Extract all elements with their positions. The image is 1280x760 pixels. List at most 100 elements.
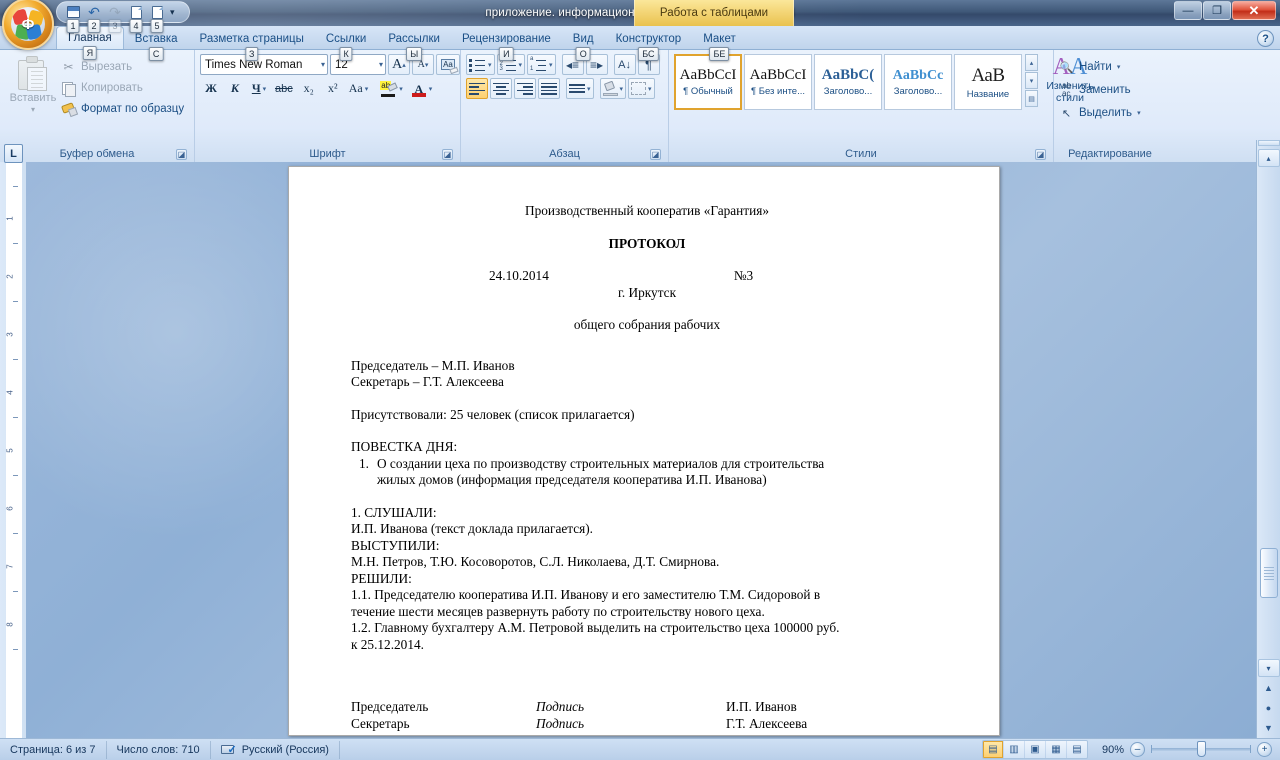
paragraph-dialog-launcher[interactable]: ◪ [650,149,661,160]
styles-scroll-down-button[interactable]: ▾ [1025,72,1038,89]
view-web-layout-button[interactable]: ▣ [1025,741,1045,758]
document-canvas[interactable]: Производственный кооператив «Гарантия» П… [26,162,1256,738]
zoom-out-button[interactable]: – [1130,742,1145,757]
tab-page-layout[interactable]: Разметка страницы З [189,28,315,61]
font-size-combo[interactable]: 12 ▾ [330,54,386,75]
vruler-tick-7: 7 [5,564,15,569]
line-spacing-button[interactable]: ▾ [566,78,594,99]
doc-spoke-heading: ВЫСТУПИЛИ: [351,537,440,553]
underline-icon: Ч [251,81,261,95]
vruler-tick-4: 4 [5,390,15,395]
font-name-combo[interactable]: Times New Roman ▾ [200,54,328,75]
cut-button[interactable]: ✂ Вырезать [61,58,184,76]
borders-button[interactable]: ▾ [628,78,655,99]
status-word-count[interactable]: Число слов: 710 [107,740,211,759]
superscript-button[interactable]: x² [322,78,344,99]
zoom-slider-handle[interactable] [1197,741,1206,757]
paste-button[interactable]: Вставить ▾ [5,54,61,114]
italic-button[interactable]: К [224,78,246,99]
align-center-button[interactable] [490,78,512,99]
strikethrough-button[interactable]: abc [272,78,296,99]
print-preview-button[interactable]: 5 [147,3,167,33]
replace-button[interactable]: ab ac Заменить [1059,80,1131,100]
vertical-scrollbar[interactable]: ▴ ▾ ▲ ● ▼ [1256,140,1280,738]
align-right-button[interactable] [514,78,536,99]
clear-formatting-button[interactable]: Aa [436,54,460,75]
status-page-number[interactable]: Страница: 6 из 7 [0,740,107,759]
view-draft-button[interactable]: ▤ [1067,741,1087,758]
redo-button[interactable]: ↷ 3 [105,3,125,33]
tab-design[interactable]: Конструктор БС [605,28,693,61]
copy-button[interactable]: Копировать [61,79,184,97]
next-page-button[interactable]: ▼ [1260,719,1278,737]
subscript-button[interactable]: x₂ [298,78,320,99]
clipboard-dialog-launcher[interactable]: ◪ [176,149,187,160]
tab-review[interactable]: Рецензирование И [451,28,562,61]
underline-button[interactable]: Ч ▾ [248,78,270,99]
align-left-button[interactable] [466,78,488,99]
doc-heard-heading: 1. СЛУШАЛИ: [351,504,437,520]
tab-layout[interactable]: Макет БЕ [692,28,747,61]
font-color-button[interactable]: A ▾ [408,78,436,99]
customize-qat-button[interactable]: ▾ [170,7,175,18]
borders-icon [631,82,647,95]
styles-scroll-up-button[interactable]: ▴ [1025,54,1038,71]
style-no-spacing-name: ¶ Без инте... [750,86,806,97]
find-button[interactable]: 🔍 Найти ▾ [1059,57,1121,77]
keytip-tab-design: БС [638,47,659,61]
zoom-in-button[interactable]: + [1257,742,1272,757]
change-case-button[interactable]: Aa ▾ [346,78,372,99]
bullets-button[interactable]: ▾ [466,54,495,75]
previous-page-button[interactable]: ▲ [1260,679,1278,697]
save-button[interactable]: 1 [63,3,83,33]
view-full-screen-reading-button[interactable]: ▥ [1004,741,1024,758]
document-page[interactable]: Производственный кооператив «Гарантия» П… [288,166,1000,736]
tab-stop-selector[interactable]: L [4,144,23,163]
scroll-down-button[interactable]: ▾ [1257,659,1280,677]
style-heading-1[interactable]: AaBbC( Заголово... [814,54,882,110]
scrollbar-track[interactable] [1259,168,1278,658]
zoom-percentage[interactable]: 90% [1094,744,1124,756]
style-heading-2[interactable]: AaBbCc Заголово... [884,54,952,110]
justify-button[interactable] [538,78,560,99]
multilevel-list-icon: a1 [530,56,547,72]
split-window-handle[interactable] [1257,140,1280,146]
view-outline-button[interactable]: ▦ [1046,741,1066,758]
paste-dropdown-caret[interactable]: ▾ [31,105,35,114]
minimize-button[interactable]: — [1174,1,1202,20]
styles-dialog-launcher[interactable]: ◪ [1035,149,1046,160]
multilevel-list-button[interactable]: a 1 ▾ [527,54,556,75]
style-no-spacing[interactable]: AaBbCcI ¶ Без инте... [744,54,812,110]
bold-button[interactable]: Ж [200,78,222,99]
zoom-slider[interactable] [1151,741,1251,757]
quick-print-button[interactable]: 4 [126,3,146,33]
close-button[interactable]: ✕ [1232,1,1276,20]
shading-button[interactable]: ▾ [599,78,627,99]
font-dialog-launcher[interactable]: ◪ [442,149,453,160]
scroll-up-button[interactable]: ▴ [1257,149,1280,167]
select-button[interactable]: ↖ Выделить ▾ [1059,103,1141,123]
office-button[interactable]: Ф [2,0,54,50]
status-language[interactable]: ✓ Русский (Россия) [211,740,340,759]
text-highlight-button[interactable]: ab ▾ [377,78,406,99]
document-text-body[interactable]: Производственный кооператив «Гарантия» П… [289,167,999,732]
select-label: Выделить [1079,107,1133,119]
tab-mailings[interactable]: Рассылки Ы [377,28,451,61]
tab-insert-label: Вставка [134,32,178,45]
style-title[interactable]: АаВ Название [954,54,1022,110]
select-browse-object-button[interactable]: ● [1260,699,1278,717]
restore-button[interactable]: ❐ [1203,1,1231,20]
style-normal[interactable]: AaBbCcI ¶ Обычный [674,54,742,110]
format-painter-button[interactable]: Формат по образцу [61,100,184,118]
scrollbar-thumb[interactable] [1259,548,1278,598]
style-heading-1-sample: AaBbC( [821,67,875,83]
tab-view[interactable]: Вид О [562,28,605,61]
vertical-ruler[interactable]: 1 2 3 4 5 6 7 8 [0,162,26,738]
styles-more-button[interactable]: ▤ [1025,90,1038,107]
tab-references[interactable]: Ссылки К [315,28,378,61]
undo-button[interactable]: ↶ 2 [84,3,104,33]
doc-agenda-heading: ПОВЕСТКА ДНЯ: [351,439,458,454]
help-button[interactable]: ? [1257,30,1274,47]
view-print-layout-button[interactable]: ▤ [983,741,1003,758]
sort-button[interactable]: А↓ [613,54,636,75]
